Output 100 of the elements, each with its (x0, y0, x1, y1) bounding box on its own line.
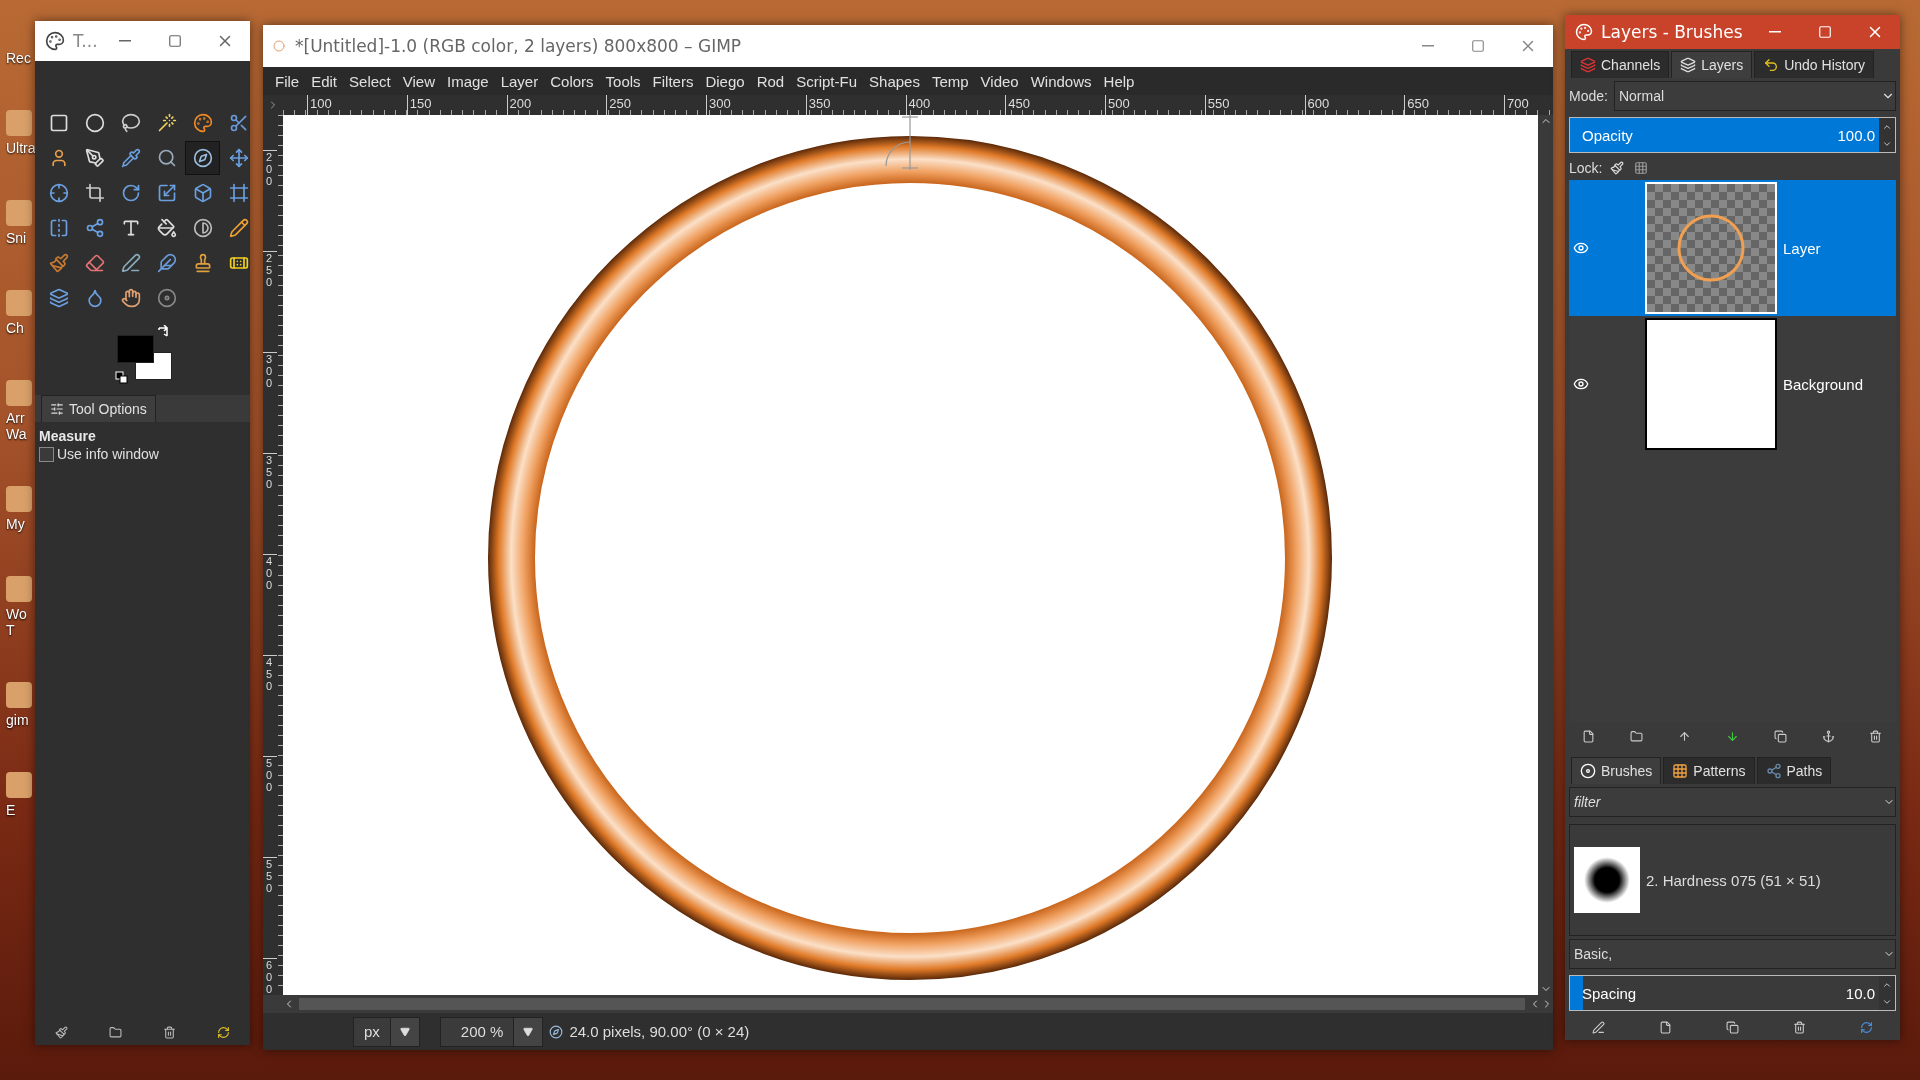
mode-dropdown[interactable]: Normal (1613, 81, 1896, 111)
tool-options-tab[interactable]: Tool Options (41, 395, 156, 422)
trash-icon (162, 1025, 176, 1039)
bucket-icon (156, 218, 177, 238)
menu-item[interactable]: Diego (699, 72, 751, 90)
desktop-icon-label[interactable]: Sni (6, 230, 27, 246)
measure-line-drawing (885, 115, 919, 171)
desktop-icon-label[interactable]: Wa (6, 426, 27, 442)
nodes-icon (84, 218, 105, 238)
desktop-icon-label[interactable]: gim (6, 712, 29, 728)
flip-icon (48, 218, 69, 238)
compass-icon (549, 1024, 564, 1039)
tool-button[interactable] (185, 141, 220, 175)
desktop-icon-label[interactable]: Arr (6, 410, 25, 426)
spacing-spin-field[interactable]: Spacing 10.0 (1569, 975, 1896, 1011)
checkbox[interactable] (39, 446, 54, 462)
refresh-icon (1860, 1020, 1873, 1034)
status-message: 24.0 pixels, 90.00° (0 × 24) (569, 1023, 750, 1040)
color-swatches-drawing[interactable] (115, 325, 173, 387)
menu-item[interactable]: Filters (646, 72, 700, 90)
menu-item[interactable]: View (396, 72, 441, 90)
ruler-label: 250 (263, 251, 277, 352)
search-icon (156, 148, 177, 168)
desktop-icon-label[interactable]: My (6, 516, 25, 532)
checker-icon (1634, 161, 1649, 175)
menu-item[interactable]: Tools (599, 72, 647, 90)
brush-set-dropdown[interactable]: Basic, (1569, 939, 1896, 969)
minimize-icon (119, 40, 131, 42)
desktop-icon-label[interactable]: Ultra (6, 140, 36, 156)
menu-item[interactable]: Video (974, 72, 1025, 90)
window-title: T... (72, 31, 99, 51)
horizontal-scrollbar[interactable] (263, 995, 1553, 1013)
dock-tab[interactable]: Brushes (1571, 757, 1662, 784)
dock-tab[interactable]: Layers (1671, 51, 1753, 78)
layers-icon (1680, 57, 1697, 73)
ellipse-icon (84, 113, 105, 133)
trash-icon (1869, 729, 1883, 743)
contrast-icon (192, 218, 213, 238)
lasso-icon (120, 113, 141, 133)
menu-item[interactable]: Image (441, 72, 495, 90)
crosshair-icon (48, 183, 69, 203)
menu-item[interactable]: Edit (305, 72, 344, 90)
unit-dropdown[interactable]: px (353, 1016, 420, 1047)
desktop-icon-label[interactable]: E (6, 802, 16, 818)
menu-item[interactable]: Help (1097, 72, 1141, 90)
ruler-label: 300 (263, 352, 277, 453)
dock-tab[interactable]: Undo History (1754, 51, 1875, 78)
trash-icon (1793, 1020, 1806, 1034)
menu-item[interactable]: Windows (1024, 72, 1098, 90)
ruler-label: 550 (263, 857, 277, 958)
disc-icon (156, 288, 177, 308)
feather-icon (156, 253, 177, 273)
brush-action-button[interactable] (1791, 1018, 1808, 1036)
vertical-scrollbar[interactable] (1538, 115, 1553, 995)
use-info-window-checkbox[interactable]: Use info window (35, 446, 250, 462)
menu-item[interactable]: Colors (544, 72, 600, 90)
mode-label: Mode: (1569, 88, 1608, 104)
dropdown-triangle-icon (523, 1026, 534, 1037)
ruler-label: 450 (263, 655, 277, 756)
brush-item[interactable]: 2. Hardness 075 (51 × 51) (1570, 825, 1895, 935)
tool-name: Measure (38, 427, 97, 446)
brush-action-button[interactable] (1590, 1018, 1607, 1036)
palette-icon (192, 113, 213, 133)
ruler-label: 400 (263, 554, 277, 655)
lock-label: Lock: (1569, 160, 1603, 176)
desktop-icon-label[interactable]: Rec (6, 50, 31, 66)
window-title: *[Untitled]-1.0 (RGB color, 2 layers) 800x800 – GIMP (294, 36, 743, 56)
filter-field[interactable]: filter (1569, 787, 1896, 817)
box-icon (192, 183, 213, 203)
menu-item[interactable]: Temp (925, 72, 975, 90)
dropdown-triangle-icon (399, 1026, 410, 1037)
opacity-spin-field[interactable]: Opacity 100.0 (1569, 117, 1896, 153)
stacked-sheets-icon (1580, 57, 1596, 73)
dock-tab[interactable]: Paths (1756, 757, 1832, 784)
maximize-icon (1818, 25, 1832, 39)
eyedropper-icon (120, 148, 141, 168)
crop-icon (84, 183, 105, 203)
menu-item[interactable]: Script-Fu (790, 72, 864, 90)
window-title: Layers - Brushes (1600, 22, 1744, 42)
desktop-icon-label[interactable]: Wo (6, 606, 27, 622)
menu-item[interactable]: Rod (750, 72, 791, 90)
menu-item[interactable]: Select (343, 72, 397, 90)
duplicate-icon (1726, 1020, 1739, 1034)
layer-name: Background (1782, 375, 1864, 393)
menu-item[interactable]: Layer (494, 72, 545, 90)
dock-tab[interactable]: Patterns (1663, 757, 1755, 784)
menu-item[interactable]: File (269, 72, 306, 90)
pencil-icon (228, 218, 249, 238)
maximize-icon (168, 34, 182, 48)
desktop-icon-label[interactable]: Ch (6, 320, 24, 336)
scale-icon (156, 183, 177, 203)
dock-tab[interactable]: Channels (1571, 51, 1670, 78)
layer-row[interactable]: Layer (1569, 180, 1896, 316)
layer-action-button[interactable] (1771, 727, 1789, 745)
zoom-dropdown[interactable]: 200 % (439, 1016, 544, 1047)
brush-action-button[interactable] (1724, 1018, 1741, 1036)
menu-item[interactable]: Shapes (863, 72, 926, 90)
app-logo-icon (1575, 23, 1593, 41)
desktop-icon-label[interactable]: T (6, 622, 15, 638)
layer-row[interactable]: Background (1569, 316, 1896, 452)
